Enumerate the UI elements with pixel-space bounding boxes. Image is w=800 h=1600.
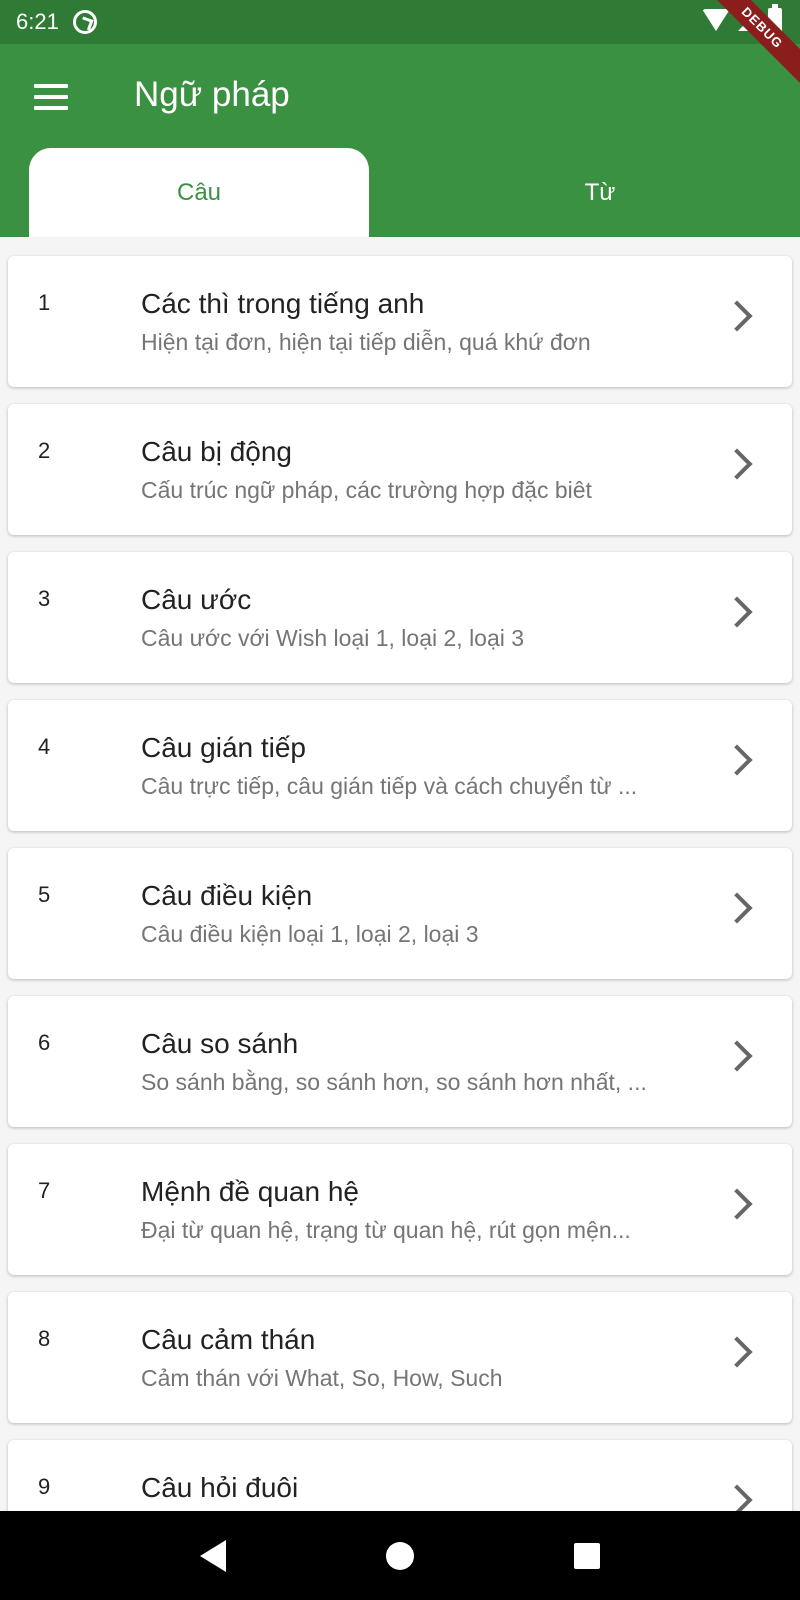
lesson-title: Mệnh đề quan hệ <box>141 1176 359 1207</box>
lesson-number: 7 <box>38 1178 51 1203</box>
tab-tu[interactable]: Từ <box>430 148 770 237</box>
chevron-right-icon <box>721 1188 753 1220</box>
lesson-number: 4 <box>38 734 51 759</box>
lesson-item-7[interactable]: 7 Mệnh đề quan hệ Đại từ quan hệ, trạng … <box>8 1144 792 1275</box>
menu-icon[interactable] <box>34 84 68 110</box>
wifi-icon <box>702 9 730 31</box>
lesson-title: Câu điều kiện <box>141 880 313 911</box>
lesson-subtitle: Câu điều kiện loại 1, loại 2, loại 3 <box>141 921 479 947</box>
lesson-number: 6 <box>38 1030 51 1055</box>
lesson-subtitle: Hiện tại đơn, hiện tại tiếp diễn, quá kh… <box>141 329 591 355</box>
lesson-title: Câu bị động <box>141 436 293 467</box>
chevron-right-icon <box>721 744 753 776</box>
lesson-number: 8 <box>38 1326 51 1351</box>
tab-cau[interactable]: Câu <box>29 148 369 237</box>
chevron-right-icon <box>721 448 753 480</box>
home-icon[interactable] <box>386 1541 414 1570</box>
lesson-subtitle: Cảm thán với What, So, How, Such <box>141 1365 503 1391</box>
status-time: 6:21 <box>16 9 59 34</box>
system-nav-bar <box>0 1511 800 1600</box>
back-icon[interactable] <box>200 1539 226 1572</box>
lesson-subtitle: Câu ước với Wish loại 1, loại 2, loại 3 <box>141 625 525 651</box>
lesson-title: Câu cảm thán <box>141 1324 316 1355</box>
page-title: Ngữ pháp <box>134 75 290 114</box>
lesson-item-8[interactable]: 8 Câu cảm thán Cảm thán với What, So, Ho… <box>8 1292 792 1423</box>
lesson-item-5[interactable]: 5 Câu điều kiện Câu điều kiện loại 1, lo… <box>8 848 792 979</box>
lesson-subtitle: Cấu trúc ngữ pháp, các trường hợp đặc bi… <box>141 477 592 503</box>
lesson-number: 1 <box>38 290 51 315</box>
lesson-title: Câu gián tiếp <box>141 732 307 763</box>
chevron-right-icon <box>721 300 753 332</box>
chevron-right-icon <box>721 1336 753 1368</box>
chevron-right-icon <box>721 1484 753 1511</box>
lesson-title: Câu so sánh <box>141 1028 299 1059</box>
app-bar: Ngữ pháp Câu Từ <box>0 44 800 237</box>
lesson-subtitle: Đại từ quan hệ, trạng từ quan hệ, rút gọ… <box>141 1217 631 1243</box>
status-bar: 6:21 <box>0 0 800 44</box>
lesson-item-4[interactable]: 4 Câu gián tiếp Câu trực tiếp, câu gián … <box>8 700 792 831</box>
lesson-number: 2 <box>38 438 51 463</box>
lesson-title: Các thì trong tiếng anh <box>141 288 425 319</box>
lesson-title: Câu ước <box>141 584 252 615</box>
recent-apps-icon[interactable] <box>574 1542 600 1569</box>
sync-status-icon <box>72 10 97 34</box>
lesson-item-2[interactable]: 2 Câu bị động Cấu trúc ngữ pháp, các trư… <box>8 404 792 535</box>
lesson-subtitle: So sánh bằng, so sánh hơn, so sánh hơn n… <box>141 1069 647 1095</box>
lesson-title: Câu hỏi đuôi <box>141 1472 299 1503</box>
lesson-subtitle: Câu trực tiếp, câu gián tiếp và cách chu… <box>141 773 638 799</box>
lesson-item-6[interactable]: 6 Câu so sánh So sánh bằng, so sánh hơn,… <box>8 996 792 1127</box>
chevron-right-icon <box>721 892 753 924</box>
chevron-right-icon <box>721 1040 753 1072</box>
lesson-list: 1 Các thì trong tiếng anh Hiện tại đơn, … <box>0 237 800 1511</box>
lesson-number: 5 <box>38 882 51 907</box>
lesson-item-1[interactable]: 1 Các thì trong tiếng anh Hiện tại đơn, … <box>8 256 792 387</box>
lesson-number: 3 <box>38 586 51 611</box>
lesson-number: 9 <box>38 1474 51 1499</box>
chevron-right-icon <box>721 596 753 628</box>
lesson-item-3[interactable]: 3 Câu ước Câu ước với Wish loại 1, loại … <box>8 552 792 683</box>
lesson-item-9[interactable]: 9 Câu hỏi đuôi <box>8 1440 792 1511</box>
